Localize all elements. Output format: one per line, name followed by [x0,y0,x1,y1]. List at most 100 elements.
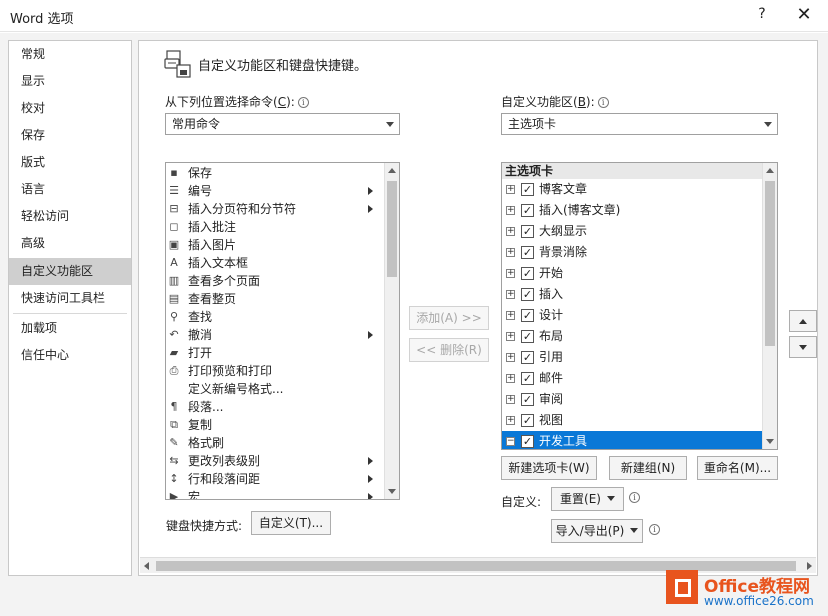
command-item[interactable]: ⧉ 复制 [166,416,379,434]
ribbon-tab-item[interactable]: + ✓ 设计 [502,305,762,326]
expand-icon[interactable]: + [506,353,515,362]
tab-checkbox[interactable]: ✓ [521,435,534,448]
ribbon-tab-item[interactable]: + ✓ 插入 [502,284,762,305]
ribbon-tab-item[interactable]: + ✓ 审阅 [502,389,762,410]
chevron-down-icon [764,122,772,127]
nav-item-customize-ribbon[interactable]: 自定义功能区 [9,258,131,285]
scroll-down-icon[interactable] [766,439,774,444]
new-tab-button[interactable]: 新建选项卡(W) [501,456,597,480]
move-down-button[interactable] [789,336,817,358]
tab-checkbox[interactable]: ✓ [521,330,534,343]
expand-icon[interactable]: + [506,227,515,236]
nav-item-typography[interactable]: 版式 [9,149,131,176]
help-button[interactable]: ? [753,6,771,22]
tab-checkbox[interactable]: ✓ [521,414,534,427]
nav-item-general[interactable]: 常规 [9,41,131,68]
command-item[interactable]: ▥ 查看多个页面 [166,272,379,290]
expand-icon[interactable]: + [506,311,515,320]
choose-commands-label-suffix: ): [286,95,295,109]
ribbon-tabs-tree[interactable]: 主选项卡 + ✓ 博客文章 + ✓ 插入(博客文章) + ✓ 大纲显示 + ✓ 背景消除 + ✓ 开始 + ✓ 插… [501,162,778,450]
commands-list[interactable]: ▪ 保存 ☰ 编号 ⊟ 插入分页符和分节符 ◻ 插入批注 ▣ 插入图片 A 插入文本框 ▥ 查看多个页面 ▤… [165,162,400,500]
tab-checkbox[interactable]: ✓ [521,246,534,259]
ribbon-tab-item[interactable]: + ✓ 大纲显示 [502,221,762,242]
nav-item-save[interactable]: 保存 [9,122,131,149]
tab-checkbox[interactable]: ✓ [521,309,534,322]
nav-item-advanced[interactable]: 高级 [9,230,131,257]
nav-item-language[interactable]: 语言 [9,176,131,203]
command-item[interactable]: ▤ 查看整页 [166,290,379,308]
nav-item-proofing[interactable]: 校对 [9,95,131,122]
command-item[interactable]: ⚲ 查找 [166,308,379,326]
nav-item-add-ins[interactable]: 加载项 [9,315,131,342]
command-item[interactable]: ▪ 保存 [166,164,379,182]
move-up-button[interactable] [789,310,817,332]
expand-icon[interactable]: + [506,290,515,299]
expand-icon[interactable]: + [506,416,515,425]
expand-icon[interactable]: + [506,248,515,257]
expand-icon[interactable]: + [506,206,515,215]
tab-checkbox[interactable]: ✓ [521,372,534,385]
ribbon-tab-label: 博客文章 [539,182,588,196]
nav-item-accessibility[interactable]: 轻松访问 [9,203,131,230]
remove-button[interactable]: << 删除(R) [409,338,489,362]
command-item[interactable]: ⇆ 更改列表级别 [166,452,379,470]
ribbon-tab-item[interactable]: − ✓ 开发工具 [502,431,762,449]
nav-item-display[interactable]: 显示 [9,68,131,95]
expand-icon[interactable]: + [506,374,515,383]
tab-checkbox[interactable]: ✓ [521,183,534,196]
ribbon-tab-item[interactable]: + ✓ 布局 [502,326,762,347]
ribbon-tab-item[interactable]: + ✓ 开始 [502,263,762,284]
tab-checkbox[interactable]: ✓ [521,288,534,301]
scroll-down-icon[interactable] [388,489,396,494]
rename-button[interactable]: 重命名(M)... [697,456,778,480]
tab-checkbox[interactable]: ✓ [521,225,534,238]
command-item[interactable]: ↶ 撤消 [166,326,379,344]
command-item[interactable]: ☰ 编号 [166,182,379,200]
tab-checkbox[interactable]: ✓ [521,393,534,406]
command-item[interactable]: ◻ 插入批注 [166,218,379,236]
command-item[interactable]: ¶ 段落... [166,398,379,416]
command-item[interactable]: ⎙ 打印预览和打印 [166,362,379,380]
collapse-icon[interactable]: − [506,437,515,446]
expand-icon[interactable]: + [506,185,515,194]
command-item[interactable]: ▣ 插入图片 [166,236,379,254]
choose-commands-dropdown[interactable]: 常用命令 [165,113,400,135]
nav-item-trust-center[interactable]: 信任中心 [9,342,131,369]
scroll-up-icon[interactable] [766,168,774,173]
command-item[interactable]: ⊟ 插入分页符和分节符 [166,200,379,218]
command-item[interactable]: A 插入文本框 [166,254,379,272]
ribbon-tab-item[interactable]: + ✓ 邮件 [502,368,762,389]
add-button[interactable]: 添加(A) >> [409,306,489,330]
ribbon-tab-item[interactable]: + ✓ 博客文章 [502,179,762,200]
ribbon-tab-item[interactable]: + ✓ 背景消除 [502,242,762,263]
tree-scrollbar[interactable] [762,163,777,449]
command-item[interactable]: ✎ 格式刷 [166,434,379,452]
choose-commands-value: 常用命令 [172,117,221,131]
ribbon-tab-label: 开发工具 [539,434,588,448]
command-item[interactable]: ↕ 行和段落间距 [166,470,379,488]
ribbon-tab-item[interactable]: + ✓ 视图 [502,410,762,431]
tab-checkbox[interactable]: ✓ [521,267,534,280]
customize-ribbon-dropdown[interactable]: 主选项卡 [501,113,778,135]
expand-icon[interactable]: + [506,269,515,278]
expand-icon[interactable]: + [506,395,515,404]
commands-scrollbar[interactable] [384,163,399,499]
customize-shortcut-button[interactable]: 自定义(T)... [251,511,331,535]
command-item[interactable]: 定义新编号格式... [166,380,379,398]
new-group-button[interactable]: 新建组(N) [609,456,687,480]
close-button[interactable]: ✕ [794,4,814,25]
ribbon-tab-item[interactable]: + ✓ 引用 [502,347,762,368]
import-export-button[interactable]: 导入/导出(P) [551,519,643,543]
scroll-left-icon[interactable] [144,562,149,570]
command-item[interactable]: ▶ 宏 [166,488,379,499]
ribbon-tab-item[interactable]: + ✓ 插入(博客文章) [502,200,762,221]
reset-button[interactable]: 重置(E) [551,487,624,511]
scroll-up-icon[interactable] [388,168,396,173]
tab-checkbox[interactable]: ✓ [521,204,534,217]
tab-checkbox[interactable]: ✓ [521,351,534,364]
scroll-thumb[interactable] [387,181,397,277]
command-item[interactable]: ▰ 打开 [166,344,379,362]
expand-icon[interactable]: + [506,332,515,341]
nav-item-quick-access-toolbar[interactable]: 快速访问工具栏 [9,285,131,312]
scroll-thumb[interactable] [765,181,775,346]
